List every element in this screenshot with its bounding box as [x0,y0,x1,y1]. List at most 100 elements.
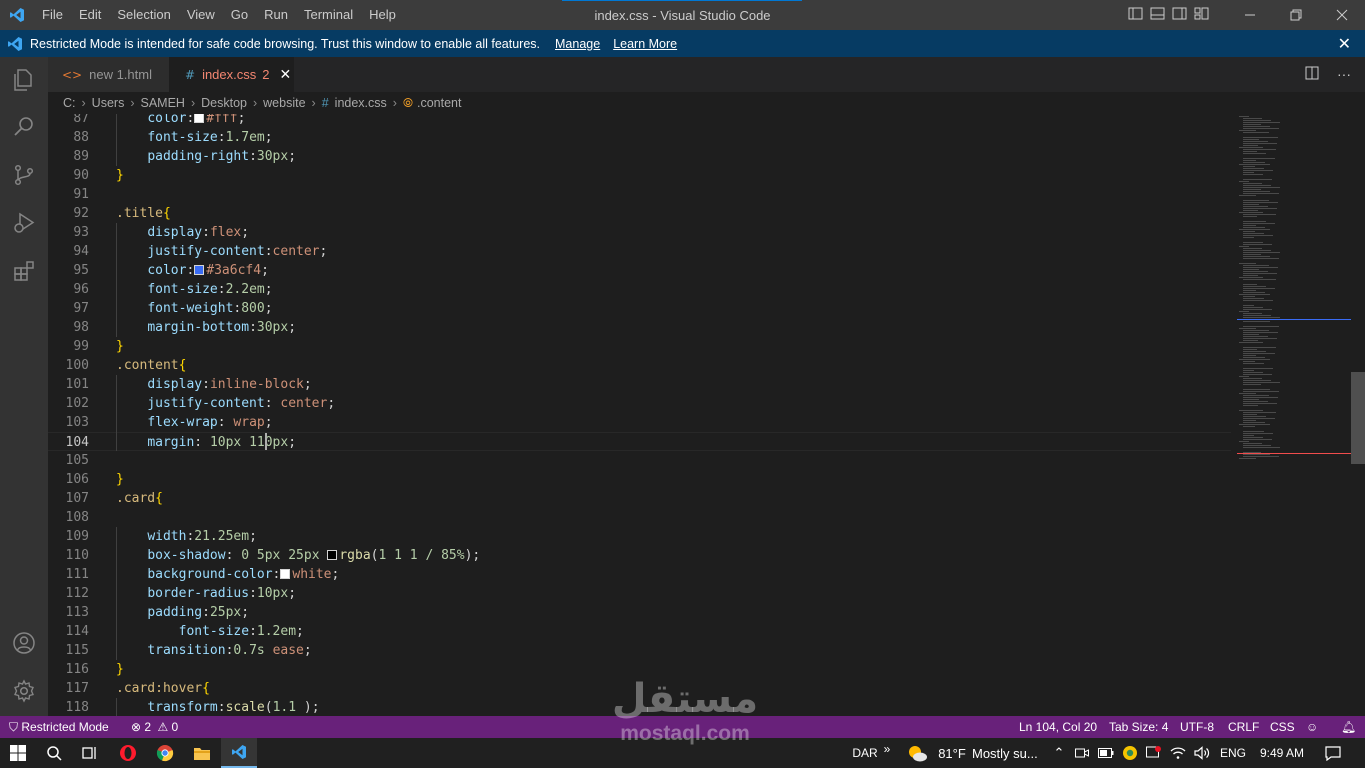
windows-start-icon[interactable] [0,738,36,768]
toggle-panel-icon[interactable] [1150,6,1165,21]
code-line[interactable]: 112 border-radius:10px; [48,584,1231,603]
code-line[interactable]: 116} [48,660,1231,679]
tab-new-1-html[interactable]: <> new 1.html [48,57,169,92]
settings-gear-icon[interactable] [12,679,36,703]
code-line[interactable]: 98 margin-bottom:30px; [48,318,1231,337]
notification-center-icon[interactable] [1318,738,1348,768]
volume-icon[interactable] [1192,738,1212,768]
customize-layout-icon[interactable] [1194,6,1209,21]
opera-icon[interactable] [110,738,146,768]
source-control-icon[interactable] [12,163,36,187]
breadcrumb-item[interactable]: index.css [335,96,387,110]
color-swatch[interactable] [194,265,205,275]
tab-size[interactable]: Tab Size: 4 [1109,716,1168,738]
breadcrumb-item[interactable]: Users [92,96,125,110]
explorer-icon[interactable] [12,68,36,92]
meet-now-icon[interactable] [1072,738,1092,768]
cursor-position[interactable]: Ln 104, Col 20 [1019,716,1097,738]
close-banner-icon[interactable]: ✕ [1338,34,1351,54]
menu-item-file[interactable]: File [34,0,71,30]
split-editor-icon[interactable] [1305,66,1319,83]
code-line[interactable]: 100 .content{ [48,356,1231,375]
scroll-thumb[interactable] [1351,372,1365,464]
toggle-secondary-sidebar-icon[interactable] [1172,6,1187,21]
menu-item-edit[interactable]: Edit [71,0,109,30]
close-window-button[interactable] [1319,0,1365,30]
wifi-icon[interactable] [1168,738,1188,768]
language-mode[interactable]: CSS [1270,716,1295,738]
restore-button[interactable] [1273,0,1319,30]
color-swatch[interactable] [194,114,205,123]
clock-time[interactable]: 9:49 AM [1254,738,1310,768]
tab-index-css[interactable]: # index.css 2 ✕ [169,57,294,92]
editor-scrollbar[interactable] [1351,114,1365,716]
minimap[interactable] [1231,114,1351,716]
menu-item-run[interactable]: Run [256,0,296,30]
menu-item-selection[interactable]: Selection [109,0,178,30]
menu-item-help[interactable]: Help [361,0,404,30]
code-line[interactable]: 89 padding-right:30px; [48,147,1231,166]
encoding[interactable]: UTF-8 [1180,716,1214,738]
vscode-taskbar-icon[interactable] [221,738,257,768]
code-line[interactable]: 114 font-size:1.2em; [48,622,1231,641]
feedback-icon[interactable]: ☺ [1306,716,1318,738]
end-of-line[interactable]: CRLF [1228,716,1259,738]
code-line[interactable]: 99} [48,337,1231,356]
breadcrumb-item[interactable]: SAMEH [141,96,185,110]
close-tab-icon[interactable]: ✕ [280,66,292,83]
code-line[interactable]: 108 [48,508,1231,527]
menu-item-view[interactable]: View [179,0,223,30]
toggle-primary-sidebar-icon[interactable] [1128,6,1143,21]
manage-link[interactable]: Manage [555,37,600,51]
code-line[interactable]: 117 .card:hover{ [48,679,1231,698]
code-line[interactable]: 101 display:inline-block; [48,375,1231,394]
code-line[interactable]: 96 font-size:2.2em; [48,280,1231,299]
code-editor[interactable]: 87 color: #fff; 88 font-size:1.7em; 89 padd… [48,114,1231,716]
battery-icon[interactable] [1096,738,1116,768]
color-swatch[interactable] [280,569,291,579]
code-line[interactable]: 110 box-shadow: 0 5px 25px rgba(1 1 1 / … [48,546,1231,565]
task-view-icon[interactable] [72,738,108,768]
weather-temperature[interactable]: 81°F [936,738,968,768]
chrome-icon[interactable] [147,738,183,768]
app-tray-icon[interactable] [1120,738,1140,768]
code-line[interactable]: 111 background-color: white; [48,565,1231,584]
search-icon[interactable] [12,115,36,139]
code-line[interactable]: 103 flex-wrap: wrap; [48,413,1231,432]
notifications-bell-icon[interactable]: 🔔︎ [1341,716,1356,738]
code-line[interactable]: 102 justify-content: center; [48,394,1231,413]
code-line[interactable]: 90} [48,166,1231,185]
breadcrumb-item[interactable]: Desktop [201,96,247,110]
restricted-mode-status[interactable]: ⛉ Restricted Mode [9,716,109,738]
file-explorer-icon[interactable] [184,738,220,768]
minimize-button[interactable] [1227,0,1273,30]
run-debug-icon[interactable] [12,211,36,235]
color-swatch[interactable] [327,550,338,560]
code-line[interactable]: 95 color: #3a6cf4; [48,261,1231,280]
code-line[interactable]: 115 transition:0.7s ease; [48,641,1231,660]
problems-status[interactable]: ⊗ 2 ⚠ 0 [131,716,178,738]
code-line[interactable]: 93 display:flex; [48,223,1231,242]
code-line[interactable]: 87 color: #fff; [48,114,1231,128]
accounts-icon[interactable] [12,631,36,655]
code-line[interactable]: 97 font-weight:800; [48,299,1231,318]
code-line[interactable]: 104 margin: 10px 110px; [48,432,1231,451]
extensions-icon[interactable] [12,259,36,283]
more-actions-icon[interactable]: ··· [1337,66,1351,83]
keyboard-language[interactable]: ENG [1218,738,1248,768]
breadcrumb-item[interactable]: website [263,96,305,110]
menu-item-go[interactable]: Go [223,0,256,30]
code-line[interactable]: 105 [48,451,1231,470]
weather-condition[interactable]: Mostly su... [972,738,1046,768]
show-hidden-icons-icon[interactable]: ⌃ [1050,738,1068,768]
code-line[interactable]: 106} [48,470,1231,489]
learn-more-link[interactable]: Learn More [613,37,677,51]
weather-icon[interactable] [904,738,930,768]
breadcrumb-item[interactable]: C: [63,96,76,110]
network-warning-icon[interactable] [1144,738,1164,768]
code-line[interactable]: 91 [48,185,1231,204]
breadcrumb-item[interactable]: .content [417,96,461,110]
search-icon[interactable] [36,738,72,768]
chevron-double-right-icon[interactable]: » [880,738,894,768]
code-line[interactable]: 109 width:21.25em; [48,527,1231,546]
